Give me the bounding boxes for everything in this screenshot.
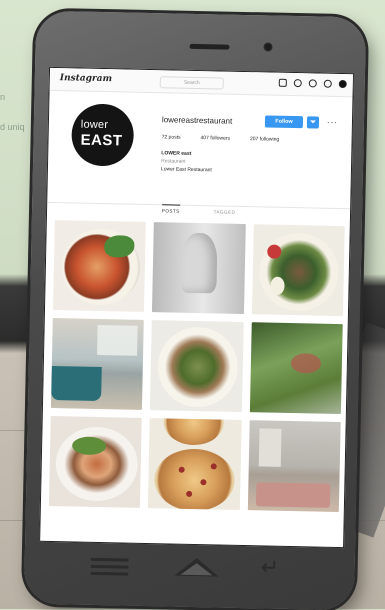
more-options-button[interactable]: ···	[327, 118, 338, 127]
tab-tagged[interactable]: TAGGED	[214, 209, 236, 214]
posts-count: 72 posts	[161, 134, 181, 141]
post-statue[interactable]	[152, 222, 246, 315]
speaker-grille	[189, 43, 230, 50]
post-grid	[48, 220, 345, 513]
background-text-fragment: n	[0, 92, 6, 102]
follow-button[interactable]: Follow	[264, 115, 304, 129]
tab-posts[interactable]: POSTS	[161, 204, 180, 214]
profile-username: lowereastrestaurant	[161, 115, 233, 126]
profile-avatar-icon[interactable]	[338, 79, 347, 89]
post-tacos[interactable]	[48, 416, 143, 508]
profile-category: Restaurant	[161, 158, 186, 165]
post-bowl[interactable]	[251, 224, 345, 317]
menu-button[interactable]	[90, 557, 129, 580]
direct-message-icon[interactable]	[293, 79, 302, 88]
phone-device: Instagram Search lower EAST lowereastres…	[23, 10, 367, 610]
home-icon[interactable]	[278, 78, 287, 87]
avatar-text-line-2: EAST	[80, 131, 123, 150]
search-input[interactable]: Search	[159, 76, 224, 90]
instagram-top-bar: Instagram Search	[49, 67, 353, 98]
profile-display-name: LOWER east	[161, 150, 192, 157]
heart-icon[interactable]	[323, 79, 332, 88]
post-noodle-salad[interactable]	[52, 220, 147, 312]
instagram-logo[interactable]: Instagram	[60, 73, 112, 84]
avatar-text-line-1: lower	[80, 118, 109, 132]
phone-screen: Instagram Search lower EAST lowereastres…	[39, 66, 355, 549]
explore-icon[interactable]	[308, 79, 317, 88]
profile-bio: Lower East Restaurant	[160, 166, 212, 174]
post-interior[interactable]	[50, 318, 145, 410]
background-text-fragment: d uniq	[0, 122, 25, 132]
back-button[interactable]: ↵	[260, 554, 296, 579]
profile-stats: 72 posts 407 followers 207 following	[162, 134, 280, 142]
chevron-down-icon	[309, 120, 317, 124]
post-greens[interactable]	[249, 322, 343, 415]
post-lounge[interactable]	[247, 420, 341, 513]
front-camera	[263, 42, 273, 52]
followers-count[interactable]: 407 followers	[200, 135, 230, 142]
profile-avatar[interactable]: lower EAST	[71, 103, 135, 167]
following-count[interactable]: 207 following	[250, 136, 279, 143]
home-button[interactable]	[174, 557, 219, 577]
top-nav-icons	[278, 78, 347, 89]
post-salad-plate[interactable]	[150, 320, 244, 412]
suggestions-dropdown-button[interactable]	[306, 116, 320, 129]
post-pizzas[interactable]	[148, 418, 242, 510]
